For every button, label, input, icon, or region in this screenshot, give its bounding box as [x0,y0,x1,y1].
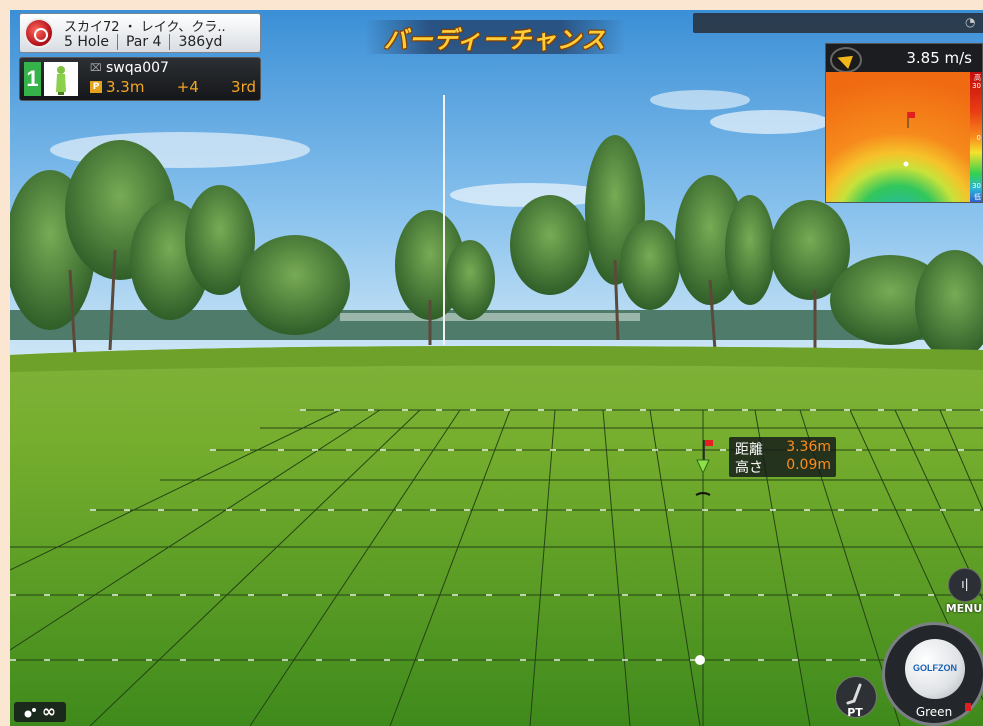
banner-text: バーディーチャンス [383,25,607,54]
wind-arrow-icon [830,47,862,73]
wind-minimap-panel: 3.85 m/s 高 30 0 30 低 [825,43,983,203]
height-label: 高さ [735,460,763,476]
birdie-chance-banner: バーディーチャンス [365,20,625,54]
flag-icon [908,112,915,118]
shot-count-icon [24,708,36,718]
pt-button[interactable]: PT [833,676,877,724]
game-screen: スカイ72 ・ レイク、クラ.. 5 Hole Par 4 386yd 1 ⌧ … [10,10,983,726]
player-rank: 1 [24,62,41,96]
course-logo-icon [24,18,54,48]
connection-icon: ◔ [965,15,976,29]
hole-info: 5 Hole Par 4 386yd [64,34,230,50]
golfer-icon [44,62,78,96]
course-name: スカイ72 ・ レイク、クラ.. [64,20,226,35]
pt-label: PT [847,706,863,719]
green-slope-heatmap [826,72,970,202]
distance-label: 距離 [735,442,763,458]
legend-30-bottom: 30 [972,182,981,190]
distance-value: 3.36m [786,439,831,455]
wind-speed: 3.85 m/s [906,49,972,67]
p-badge: P [90,81,102,93]
hole-yardage: 386yd [169,34,230,50]
distance-row: 距離 3.36m [735,439,831,459]
height-row: 高さ 0.09m [735,457,831,477]
player-score: +4 [176,78,199,96]
putt-distance-box: 距離 3.36m 高さ 0.09m [729,437,836,477]
green-flag-icon [965,703,971,711]
hole-par: Par 4 [116,34,170,50]
menu-button[interactable]: ı| MENU [944,568,983,616]
infinity-symbol: ∞ [41,702,57,722]
remaining-distance: 3.3m [106,78,145,96]
hole-number: 5 Hole [64,34,109,50]
menu-icon[interactable]: ı| [948,568,982,602]
player-name: swqa007 [106,60,169,76]
top-status-bar: ◔ [693,13,983,33]
legend-zero: 0 [976,134,981,142]
golf-ball-on-green [695,655,705,665]
ball-brand: GOLFZON [913,663,957,673]
player-stats: 3.3m +4 3rd [106,78,256,96]
course-info-panel: スカイ72 ・ レイク、クラ.. 5 Hole Par 4 386yd [19,13,261,53]
legend-30-top: 30 [972,82,981,90]
legend-low: 低 [974,193,981,201]
player-info-panel: 1 ⌧ swqa007 P 3.3m +4 3rd [19,57,261,101]
menu-label: MENU [945,602,983,615]
height-value: 0.09m [786,457,831,473]
device-icon: ⌧ [90,63,102,74]
club-selector-button[interactable]: GOLFZON Green [882,622,983,726]
shot-count-indicator: ∞ [14,702,66,722]
ball-icon: GOLFZON [905,639,965,699]
stroke-number: 3rd [231,78,256,96]
